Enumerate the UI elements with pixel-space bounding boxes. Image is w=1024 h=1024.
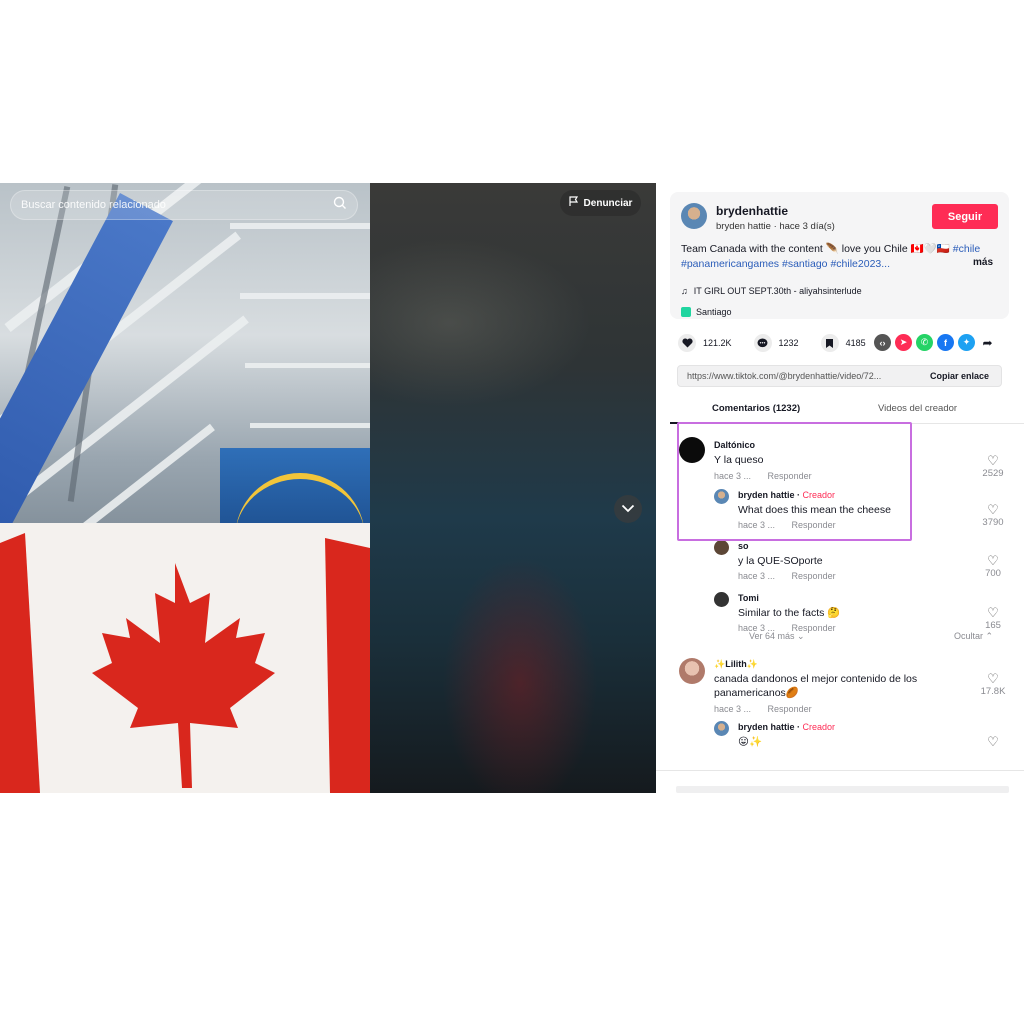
follow-button[interactable]: Seguir: [932, 204, 998, 229]
reply-link[interactable]: Responder: [768, 704, 812, 714]
view-more-label: Ver 64 más: [749, 631, 795, 641]
stats-row: 121.2K 1232 4185: [678, 333, 888, 353]
search-icon[interactable]: [333, 196, 347, 215]
hide-label: Ocultar: [954, 631, 984, 641]
author-avatar[interactable]: [681, 203, 707, 229]
reply-text: Similar to the facts 🤔: [738, 607, 841, 619]
creator-badge: Creador: [802, 722, 836, 732]
location-chip[interactable]: Santiago: [681, 304, 732, 319]
description-text: Team Canada with the content 🪶 love you …: [681, 243, 950, 255]
twitter-icon[interactable]: ✦: [958, 334, 975, 351]
comment-username[interactable]: ✨Lilith✨: [714, 659, 758, 670]
video-background-blur: [370, 183, 656, 793]
hashtag-link[interactable]: #chile: [953, 243, 980, 255]
avatar[interactable]: [679, 658, 705, 684]
heart-outline-icon[interactable]: ♡: [978, 503, 1008, 517]
comment-text: canada dandonos el mejor contenido de lo…: [714, 673, 918, 699]
reply-like-count: 3790: [982, 517, 1004, 528]
location-icon: [681, 306, 691, 317]
like-count: 121.2K: [703, 338, 732, 348]
report-label: Denunciar: [583, 197, 633, 209]
save-stat[interactable]: 4185: [820, 334, 866, 352]
hashtag-link[interactable]: #santiago: [782, 258, 828, 270]
save-count: 4185: [845, 338, 866, 348]
reply-time: hace 3 ...: [738, 571, 776, 581]
reply-like[interactable]: ♡ 3790: [978, 503, 1008, 529]
reply-meta: hace 3 ... Responder: [738, 571, 850, 581]
report-button[interactable]: Denunciar: [560, 190, 641, 216]
tab-comments[interactable]: Comentarios (1232): [712, 403, 800, 414]
like-stat[interactable]: 121.2K: [678, 334, 732, 352]
comment-icon[interactable]: [753, 334, 772, 352]
heart-outline-icon[interactable]: ♡: [978, 672, 1008, 686]
bookmark-icon[interactable]: [820, 334, 839, 352]
comment-like[interactable]: ♡ 2529: [978, 454, 1008, 480]
next-video-button[interactable]: [614, 495, 642, 523]
reply-like[interactable]: ♡ 700: [978, 554, 1008, 580]
link-copy-box: https://www.tiktok.com/@brydenhattie/vid…: [677, 365, 1002, 387]
video-link[interactable]: https://www.tiktok.com/@brydenhattie/vid…: [678, 371, 918, 381]
embed-icon[interactable]: ‹›: [874, 334, 891, 351]
post-info-card: brydenhattie bryden hattie · hace 3 día(…: [670, 192, 1009, 319]
divider: [656, 770, 1024, 771]
music-row[interactable]: ♫ IT GIRL OUT SEPT.30th - aliyahsinterlu…: [681, 286, 862, 296]
reply-like[interactable]: ♡: [978, 735, 1008, 749]
whatsapp-icon[interactable]: ✆: [916, 334, 933, 351]
comment-stat[interactable]: 1232: [753, 334, 799, 352]
comment-meta: hace 3 ... Responder: [714, 704, 826, 714]
reply-like-count: 700: [985, 568, 1001, 579]
music-note-icon: ♫: [681, 286, 688, 296]
avatar[interactable]: [714, 540, 729, 555]
share-row: ‹› ➤ ✆ f ✦ ➦: [874, 334, 996, 351]
heart-outline-icon[interactable]: ♡: [978, 735, 1008, 749]
reply-username[interactable]: Tomi: [738, 593, 759, 603]
tab-creator-videos[interactable]: Videos del creador: [878, 403, 957, 414]
reply-text: 😛✨: [738, 736, 763, 748]
reply-user-label[interactable]: bryden hattie: [738, 722, 795, 732]
reply-like[interactable]: ♡ 165: [978, 606, 1008, 632]
heart-outline-icon[interactable]: ♡: [978, 454, 1008, 468]
flag-icon: [568, 196, 579, 210]
comment-like-count: 17.8K: [980, 686, 1006, 697]
reply-username[interactable]: so: [738, 541, 749, 551]
chevron-down-icon: [621, 500, 635, 518]
chevron-down-icon: ⌄: [797, 631, 805, 641]
reply-username[interactable]: bryden hattie · Creador: [738, 722, 835, 732]
hide-replies[interactable]: Ocultar ⌃: [954, 631, 993, 642]
highlight-annotation-box: [677, 422, 912, 541]
comment-count: 1232: [778, 338, 799, 348]
music-title: IT GIRL OUT SEPT.30th - aliyahsinterlude: [693, 286, 862, 296]
hashtag-link[interactable]: #panamericangames: [681, 258, 779, 270]
comment-like-count: 2529: [982, 468, 1004, 479]
chevron-up-icon: ⌃: [985, 631, 994, 641]
reply-like-count: 165: [985, 620, 1001, 631]
heart-outline-icon[interactable]: ♡: [978, 606, 1008, 620]
more-link[interactable]: más: [973, 257, 993, 268]
comment-like[interactable]: ♡ 17.8K: [978, 672, 1008, 698]
post-description: Team Canada with the content 🪶 love you …: [681, 242, 1001, 272]
author-subtitle: bryden hattie · hace 3 día(s): [716, 221, 835, 232]
avatar[interactable]: [714, 721, 729, 736]
hashtag-link[interactable]: #chile2023...: [830, 258, 890, 270]
search-input[interactable]: [21, 199, 333, 211]
comment-input-placeholder-bar: [676, 786, 1009, 793]
heart-icon[interactable]: [678, 334, 696, 352]
video-player[interactable]: Denunciar: [0, 183, 656, 793]
author-name[interactable]: brydenhattie: [716, 204, 788, 218]
avatar[interactable]: [714, 592, 729, 607]
video-frame: [0, 183, 370, 793]
heart-outline-icon[interactable]: ♡: [978, 554, 1008, 568]
panel-tabs: Comentarios (1232) Videos del creador: [670, 397, 1024, 424]
send-icon[interactable]: ➤: [895, 334, 912, 351]
view-more-replies[interactable]: Ver 64 más ⌄: [749, 631, 805, 642]
reply-text: y la QUE-SOporte: [738, 555, 823, 567]
location-label: Santiago: [696, 306, 732, 317]
comment-time: hace 3 ...: [714, 704, 752, 714]
share-arrow-icon[interactable]: ➦: [979, 334, 996, 351]
search-bar[interactable]: [10, 190, 358, 220]
reply-link[interactable]: Responder: [792, 571, 836, 581]
facebook-icon[interactable]: f: [937, 334, 954, 351]
copy-link-button[interactable]: Copiar enlace: [918, 371, 1001, 381]
canada-flag-image: [0, 523, 370, 793]
